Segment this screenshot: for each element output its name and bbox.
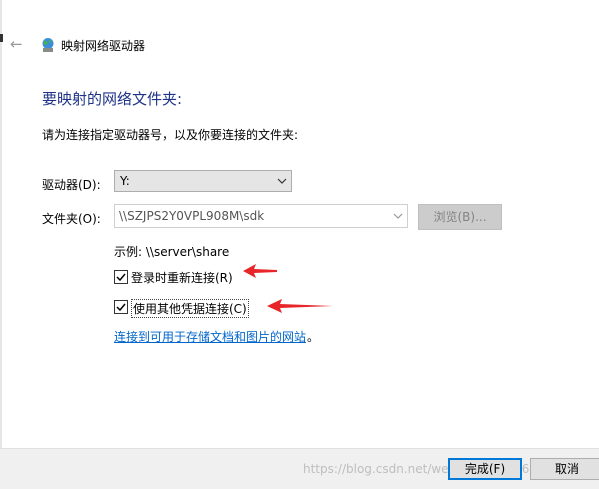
drive-select-value: Y: <box>120 174 130 188</box>
reconnect-option[interactable]: 登录时重新连接(R) <box>114 270 314 286</box>
instruction-text: 请为连接指定驱动器号，以及你要连接的文件夹: <box>42 128 299 142</box>
drive-select[interactable]: Y: <box>114 170 292 192</box>
link-suffix: 。 <box>307 330 320 344</box>
drive-label: 驱动器(D): <box>42 178 101 192</box>
map-network-drive-dialog: ← 映射网络驱动器 要映射的网络文件夹: 请为连接指定驱动器号，以及你要连接的文… <box>0 0 599 489</box>
red-annotation-arrow-icon <box>267 299 333 313</box>
chevron-down-icon[interactable] <box>393 211 403 221</box>
back-arrow-icon[interactable]: ← <box>10 36 26 52</box>
checkmark-icon <box>116 273 126 282</box>
folder-input[interactable]: \\SZJPS2Y0VPL908M\sdk <box>114 204 408 228</box>
example-text: 示例: \\server\share <box>114 245 230 259</box>
folder-label: 文件夹(O): <box>42 212 101 226</box>
red-annotation-arrow-icon <box>243 264 277 278</box>
checkmark-icon <box>116 303 126 312</box>
chevron-down-icon <box>277 178 287 184</box>
edge-mark <box>0 34 3 42</box>
finish-button[interactable]: 完成(F) <box>448 458 522 480</box>
other-credentials-label: 使用其他凭据连接(C) <box>131 299 249 318</box>
page-heading: 要映射的网络文件夹: <box>42 90 183 108</box>
network-drive-icon <box>40 37 56 53</box>
browse-button[interactable]: 浏览(B)... <box>418 204 502 230</box>
reconnect-label: 登录时重新连接(R) <box>131 271 233 285</box>
window-left-edge <box>0 0 3 488</box>
other-credentials-checkbox[interactable] <box>114 300 128 314</box>
storage-website-link[interactable]: 连接到可用于存储文档和图片的网站 <box>114 328 306 345</box>
window-title: 映射网络驱动器 <box>61 39 146 53</box>
reconnect-checkbox[interactable] <box>114 270 128 284</box>
folder-input-value: \\SZJPS2Y0VPL908M\sdk <box>119 209 265 223</box>
cancel-button[interactable]: 取消 <box>530 458 599 480</box>
